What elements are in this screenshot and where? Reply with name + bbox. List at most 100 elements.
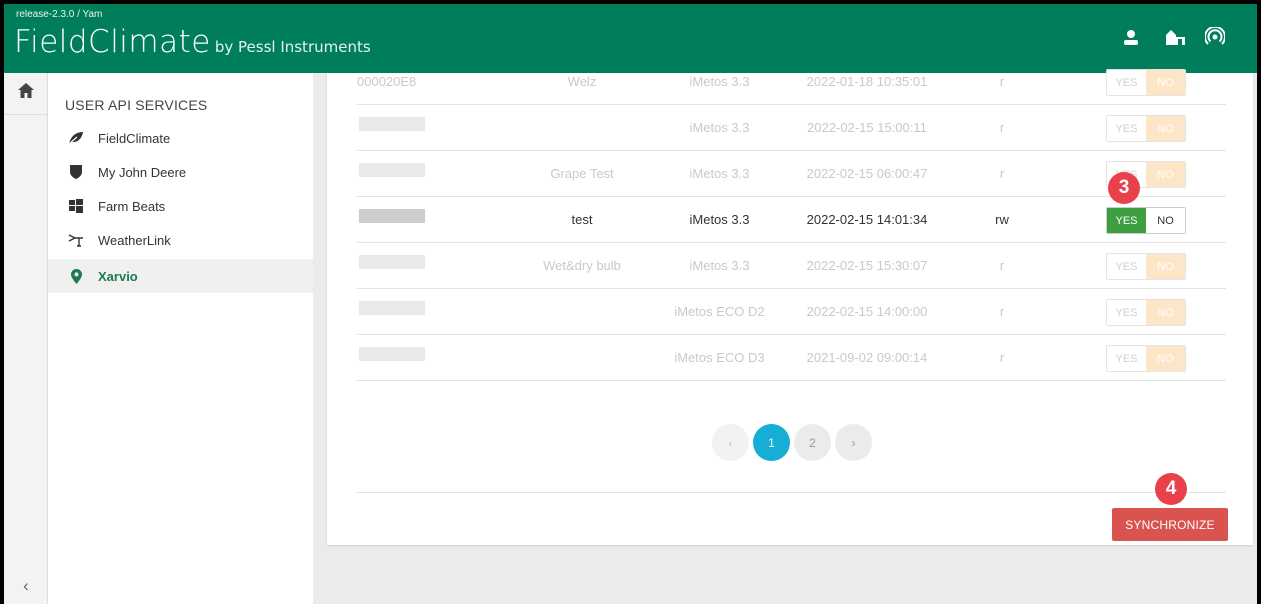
sidebar-item-xarvio[interactable]: Xarvio bbox=[48, 259, 313, 293]
no-option[interactable]: NO bbox=[1146, 116, 1185, 141]
home-icon[interactable] bbox=[4, 83, 48, 115]
step-3-marker: 3 bbox=[1108, 172, 1140, 204]
shield-icon bbox=[68, 164, 84, 180]
synchronize-button[interactable]: SYNCHRONIZE bbox=[1112, 508, 1228, 541]
pagination: ‹ 1 2 › bbox=[712, 424, 872, 461]
logo-text: FieldClimate bbox=[14, 24, 211, 60]
page-2-button[interactable]: 2 bbox=[794, 424, 831, 461]
redacted-id bbox=[359, 117, 425, 131]
no-option[interactable]: NO bbox=[1146, 208, 1185, 233]
no-option[interactable]: NO bbox=[1146, 162, 1185, 187]
permission: rw bbox=[995, 212, 1009, 227]
sidebar-item-label: FieldClimate bbox=[98, 130, 171, 146]
yes-option[interactable]: YES bbox=[1107, 116, 1146, 141]
sidebar-title: USER API SERVICES bbox=[65, 97, 208, 113]
permission: r bbox=[999, 166, 1005, 181]
release-label: release-2.3.0 / Yam bbox=[16, 9, 103, 20]
yes-option[interactable]: YES bbox=[1107, 300, 1146, 325]
redacted-id bbox=[359, 347, 425, 361]
station-name bbox=[507, 105, 657, 151]
station-model: iMetos 3.3 bbox=[689, 166, 750, 181]
leaf-icon bbox=[68, 130, 84, 146]
station-model: iMetos 3.3 bbox=[689, 120, 750, 135]
sync-toggle: YES NO bbox=[1106, 299, 1186, 326]
station-id bbox=[357, 197, 427, 243]
station-name bbox=[507, 335, 657, 381]
last-communication: 2021-09-02 09:00:14 bbox=[806, 350, 928, 365]
permission: r bbox=[999, 120, 1005, 135]
sidebar-item-label: My John Deere bbox=[98, 164, 187, 180]
sidebar-item-weatherlink[interactable]: WeatherLink bbox=[48, 223, 313, 257]
station-signal-icon[interactable] bbox=[1204, 26, 1226, 48]
station-model: iMetos 3.3 bbox=[689, 212, 750, 227]
yes-option[interactable]: YES bbox=[1107, 254, 1146, 279]
app-window: release-2.3.0 / Yam FieldClimate by Pess… bbox=[4, 4, 1257, 604]
last-communication: 2022-01-18 10:35:01 bbox=[806, 74, 928, 89]
page-1-button[interactable]: 1 bbox=[753, 424, 790, 461]
no-option[interactable]: NO bbox=[1146, 70, 1185, 95]
next-page-button[interactable]: › bbox=[835, 424, 872, 461]
table-row: iMetos ECO D2 2022-02-15 14:00:00 r YES … bbox=[357, 289, 1226, 335]
no-option[interactable]: NO bbox=[1146, 346, 1185, 371]
station-id: 000020E8 bbox=[357, 74, 417, 89]
table-row: Wet&dry bulb iMetos 3.3 2022-02-15 15:30… bbox=[357, 243, 1226, 289]
divider bbox=[357, 492, 1226, 493]
last-communication: 2022-02-15 14:00:00 bbox=[806, 304, 928, 319]
yes-option[interactable]: YES bbox=[1107, 208, 1146, 233]
last-communication: 2022-02-15 06:00:47 bbox=[806, 166, 928, 181]
no-option[interactable]: NO bbox=[1146, 254, 1185, 279]
station-id bbox=[357, 335, 427, 381]
previous-page-button[interactable]: ‹ bbox=[712, 424, 749, 461]
station-name: Wet&dry bulb bbox=[543, 258, 621, 273]
last-communication: 2022-02-15 14:01:34 bbox=[806, 212, 928, 227]
table-row: test iMetos 3.3 2022-02-15 14:01:34 rw Y… bbox=[357, 197, 1226, 243]
permission: r bbox=[999, 304, 1005, 319]
redacted-id bbox=[359, 255, 425, 269]
yes-option[interactable]: YES bbox=[1107, 70, 1146, 95]
redacted-id bbox=[359, 301, 425, 315]
no-option[interactable]: NO bbox=[1146, 300, 1185, 325]
left-rail: ‹ bbox=[4, 73, 48, 604]
sidebar-item-farm-beats[interactable]: Farm Beats bbox=[48, 189, 313, 223]
sync-toggle: YES NO bbox=[1106, 253, 1186, 280]
sync-toggle: YES NO bbox=[1106, 207, 1186, 234]
weather-station-icon bbox=[68, 232, 84, 248]
station-id bbox=[357, 151, 427, 197]
station-name: Grape Test bbox=[550, 166, 614, 181]
station-id bbox=[357, 289, 427, 335]
sidebar-item-my-john-deere[interactable]: My John Deere bbox=[48, 155, 313, 189]
last-communication: 2022-02-15 15:30:07 bbox=[806, 258, 928, 273]
map-marker-icon bbox=[68, 268, 84, 284]
sidebar-item-label: WeatherLink bbox=[98, 232, 171, 248]
station-model: iMetos 3.3 bbox=[689, 258, 750, 273]
permission: r bbox=[999, 258, 1005, 273]
permission: r bbox=[999, 74, 1005, 89]
permission: r bbox=[999, 350, 1005, 365]
collapse-sidebar-icon[interactable]: ‹ bbox=[4, 576, 48, 596]
windows-icon bbox=[68, 198, 84, 214]
station-name: Welz bbox=[567, 74, 597, 89]
sidebar-item-label: Farm Beats bbox=[98, 198, 166, 214]
sync-toggle: YES NO bbox=[1106, 345, 1186, 372]
station-id bbox=[357, 243, 427, 289]
redacted-id bbox=[359, 163, 425, 177]
table-row: iMetos ECO D3 2021-09-02 09:00:14 r YES … bbox=[357, 335, 1226, 381]
user-icon[interactable] bbox=[1120, 26, 1142, 48]
station-name bbox=[507, 289, 657, 335]
yes-option[interactable]: YES bbox=[1107, 346, 1146, 371]
sync-toggle: YES NO bbox=[1106, 69, 1186, 96]
sidebar-item-fieldclimate[interactable]: FieldClimate bbox=[48, 121, 313, 155]
redacted-id bbox=[359, 209, 425, 223]
last-communication: 2022-02-15 15:00:11 bbox=[807, 120, 927, 135]
sidebar-item-label: Xarvio bbox=[98, 268, 138, 284]
table-row: iMetos 3.3 2022-02-15 15:00:11 r YES NO bbox=[357, 105, 1226, 151]
table-row: Grape Test iMetos 3.3 2022-02-15 06:00:4… bbox=[357, 151, 1226, 197]
farm-icon[interactable] bbox=[1164, 26, 1186, 48]
app-logo[interactable]: FieldClimate by Pessl Instruments bbox=[14, 24, 371, 60]
sync-toggle: YES NO bbox=[1106, 115, 1186, 142]
station-name: test bbox=[571, 212, 593, 227]
station-id bbox=[357, 105, 427, 151]
station-model: iMetos 3.3 bbox=[689, 74, 750, 89]
table-row: 000020E8 Welz iMetos 3.3 2022-01-18 10:3… bbox=[357, 69, 1226, 105]
station-model: iMetos ECO D3 bbox=[674, 350, 765, 365]
